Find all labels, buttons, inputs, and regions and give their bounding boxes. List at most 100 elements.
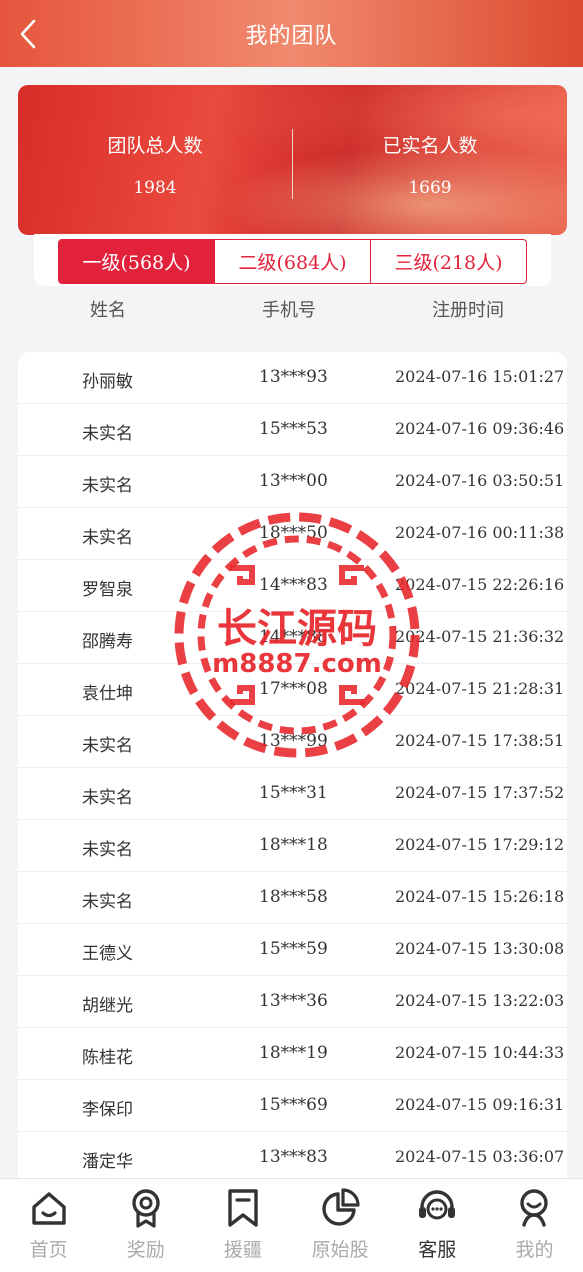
member-phone: 18***18 bbox=[259, 835, 328, 855]
member-name: 未实名 bbox=[82, 788, 133, 808]
tabbar-mine-label: 我的 bbox=[515, 1239, 554, 1261]
member-register-time: 2024-07-15 09:16:31 bbox=[395, 1095, 565, 1114]
member-phone: 13***99 bbox=[259, 731, 328, 751]
member-phone: 13***36 bbox=[259, 991, 328, 1011]
table-row: 未实名 18***50 2024-07-16 00:11:38 bbox=[18, 508, 567, 560]
column-header-name: 姓名 bbox=[90, 300, 126, 321]
bottom-tabbar: 首页 奖励 援疆 原始股 客服 我的 bbox=[0, 1178, 583, 1272]
column-header-phone: 手机号 bbox=[262, 300, 316, 321]
table-row: 未实名 18***58 2024-07-15 15:26:18 bbox=[18, 872, 567, 924]
member-register-time: 2024-07-16 09:36:46 bbox=[395, 419, 565, 438]
member-name: 胡继光 bbox=[82, 996, 133, 1016]
team-summary-banner: 团队总人数 1984 已实名人数 1669 bbox=[18, 85, 567, 235]
tabbar-support[interactable]: 客服 bbox=[389, 1179, 486, 1272]
pie-chart-icon bbox=[322, 1188, 360, 1226]
table-row: 邵腾寿 14***88 2024-07-15 21:36:32 bbox=[18, 612, 567, 664]
member-name: 罗智泉 bbox=[82, 580, 133, 600]
member-phone: 18***19 bbox=[259, 1043, 328, 1063]
member-phone: 15***53 bbox=[259, 419, 328, 439]
support-icon bbox=[419, 1190, 456, 1220]
member-name: 未实名 bbox=[82, 476, 133, 496]
table-row: 潘定华 13***83 2024-07-15 03:36:07 bbox=[18, 1132, 567, 1182]
bookmark-icon bbox=[228, 1189, 258, 1227]
member-phone: 18***58 bbox=[259, 887, 328, 907]
level-tabs: 一级(568人) 二级(684人) 三级(218人) bbox=[58, 239, 527, 284]
tab-level-1[interactable]: 一级(568人) bbox=[59, 240, 215, 283]
member-register-time: 2024-07-15 15:26:18 bbox=[395, 887, 565, 906]
member-phone: 15***31 bbox=[259, 783, 328, 803]
tabbar-award-label: 奖励 bbox=[126, 1239, 165, 1261]
member-register-time: 2024-07-15 17:29:12 bbox=[395, 835, 565, 854]
member-name: 未实名 bbox=[82, 840, 133, 860]
member-name: 李保印 bbox=[82, 1100, 133, 1120]
tab-level-2[interactable]: 二级(684人) bbox=[215, 240, 371, 283]
member-phone: 13***93 bbox=[259, 367, 328, 387]
verified-members-value: 1669 bbox=[408, 178, 452, 198]
member-phone: 14***88 bbox=[259, 627, 328, 647]
tabbar-shares-label: 原始股 bbox=[311, 1239, 369, 1261]
member-name: 王德义 bbox=[82, 944, 133, 964]
member-name: 孙丽敏 bbox=[82, 372, 133, 392]
member-register-time: 2024-07-15 21:36:32 bbox=[395, 627, 565, 646]
table-row: 王德义 15***59 2024-07-15 13:30:08 bbox=[18, 924, 567, 976]
home-icon bbox=[31, 1192, 66, 1225]
member-phone: 13***83 bbox=[259, 1147, 328, 1167]
member-phone: 13***00 bbox=[259, 471, 328, 491]
chevron-left-icon bbox=[20, 19, 36, 49]
member-name: 未实名 bbox=[82, 736, 133, 756]
table-row: 袁仕坤 17***08 2024-07-15 21:28:31 bbox=[18, 664, 567, 716]
member-register-time: 2024-07-15 10:44:33 bbox=[395, 1043, 565, 1062]
table-row: 孙丽敏 13***93 2024-07-16 15:01:27 bbox=[18, 352, 567, 404]
member-name: 邵腾寿 bbox=[82, 632, 133, 652]
total-members-value: 1984 bbox=[133, 178, 177, 198]
table-row: 李保印 15***69 2024-07-15 09:16:31 bbox=[18, 1080, 567, 1132]
member-phone: 18***50 bbox=[259, 523, 328, 543]
member-list: 孙丽敏 13***93 2024-07-16 15:01:27 未实名 15***53 2… bbox=[18, 352, 567, 1182]
table-row: 陈桂花 18***19 2024-07-15 10:44:33 bbox=[18, 1028, 567, 1080]
page-title: 我的团队 bbox=[245, 23, 338, 49]
member-register-time: 2024-07-15 17:37:52 bbox=[395, 783, 565, 802]
tabbar-shares[interactable]: 原始股 bbox=[292, 1179, 389, 1272]
member-name: 未实名 bbox=[82, 528, 133, 548]
member-register-time: 2024-07-15 22:26:16 bbox=[395, 575, 565, 594]
member-register-time: 2024-07-15 17:38:51 bbox=[395, 731, 565, 750]
table-row: 未实名 13***99 2024-07-15 17:38:51 bbox=[18, 716, 567, 768]
back-button[interactable] bbox=[14, 18, 42, 50]
member-register-time: 2024-07-16 15:01:27 bbox=[395, 367, 565, 386]
award-icon bbox=[132, 1189, 160, 1228]
table-row: 罗智泉 14***83 2024-07-15 22:26:16 bbox=[18, 560, 567, 612]
table-row: 未实名 13***00 2024-07-16 03:50:51 bbox=[18, 456, 567, 508]
tabbar-support-label: 客服 bbox=[418, 1239, 457, 1261]
tabbar-home-label: 首页 bbox=[29, 1239, 68, 1261]
member-register-time: 2024-07-15 13:22:03 bbox=[395, 991, 565, 1010]
column-header-time: 注册时间 bbox=[432, 300, 504, 321]
verified-members-stat: 已实名人数 1669 bbox=[293, 85, 567, 235]
member-phone: 15***59 bbox=[259, 939, 328, 959]
member-name: 袁仕坤 bbox=[82, 684, 133, 704]
member-register-time: 2024-07-16 00:11:38 bbox=[395, 523, 565, 542]
total-members-stat: 团队总人数 1984 bbox=[18, 85, 292, 235]
member-register-time: 2024-07-15 13:30:08 bbox=[395, 939, 565, 958]
column-headers: 姓名 手机号 注册时间 bbox=[0, 296, 583, 326]
tabbar-home[interactable]: 首页 bbox=[0, 1179, 97, 1272]
member-register-time: 2024-07-15 03:36:07 bbox=[395, 1147, 565, 1166]
member-phone: 17***08 bbox=[259, 679, 328, 699]
user-icon bbox=[520, 1189, 549, 1227]
member-phone: 14***83 bbox=[259, 575, 328, 595]
tabbar-award[interactable]: 奖励 bbox=[97, 1179, 194, 1272]
member-name: 未实名 bbox=[82, 892, 133, 912]
tabbar-aid[interactable]: 援疆 bbox=[194, 1179, 291, 1272]
tabbar-aid-label: 援疆 bbox=[223, 1239, 262, 1261]
tabbar-mine[interactable]: 我的 bbox=[486, 1179, 583, 1272]
header-bar: 我的团队 bbox=[0, 0, 583, 67]
tab-level-3[interactable]: 三级(218人) bbox=[371, 240, 526, 283]
table-row: 未实名 15***53 2024-07-16 09:36:46 bbox=[18, 404, 567, 456]
table-row: 未实名 15***31 2024-07-15 17:37:52 bbox=[18, 768, 567, 820]
member-name: 陈桂花 bbox=[82, 1048, 133, 1068]
member-phone: 15***69 bbox=[259, 1095, 328, 1115]
member-register-time: 2024-07-16 03:50:51 bbox=[395, 471, 565, 490]
table-row: 未实名 18***18 2024-07-15 17:29:12 bbox=[18, 820, 567, 872]
member-register-time: 2024-07-15 21:28:31 bbox=[395, 679, 565, 698]
total-members-label: 团队总人数 bbox=[107, 135, 203, 157]
member-name: 潘定华 bbox=[82, 1152, 133, 1172]
